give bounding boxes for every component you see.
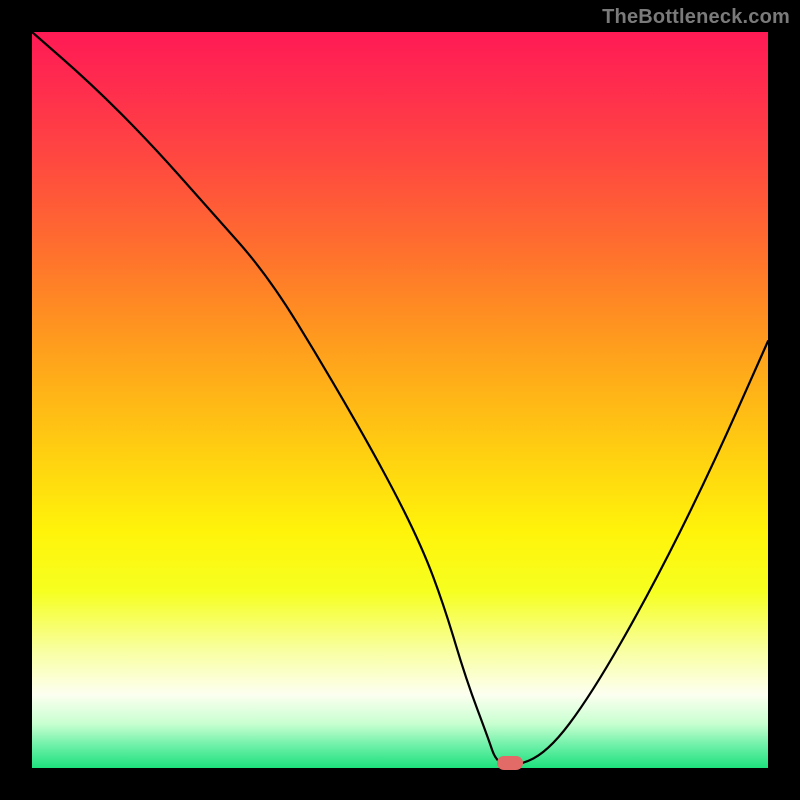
chart-frame: TheBottleneck.com — [0, 0, 800, 800]
watermark-text: TheBottleneck.com — [602, 6, 790, 29]
bottleneck-curve-path — [32, 32, 768, 766]
plot-area — [32, 32, 768, 768]
chart-curve — [32, 32, 768, 768]
optimal-marker — [497, 756, 523, 770]
